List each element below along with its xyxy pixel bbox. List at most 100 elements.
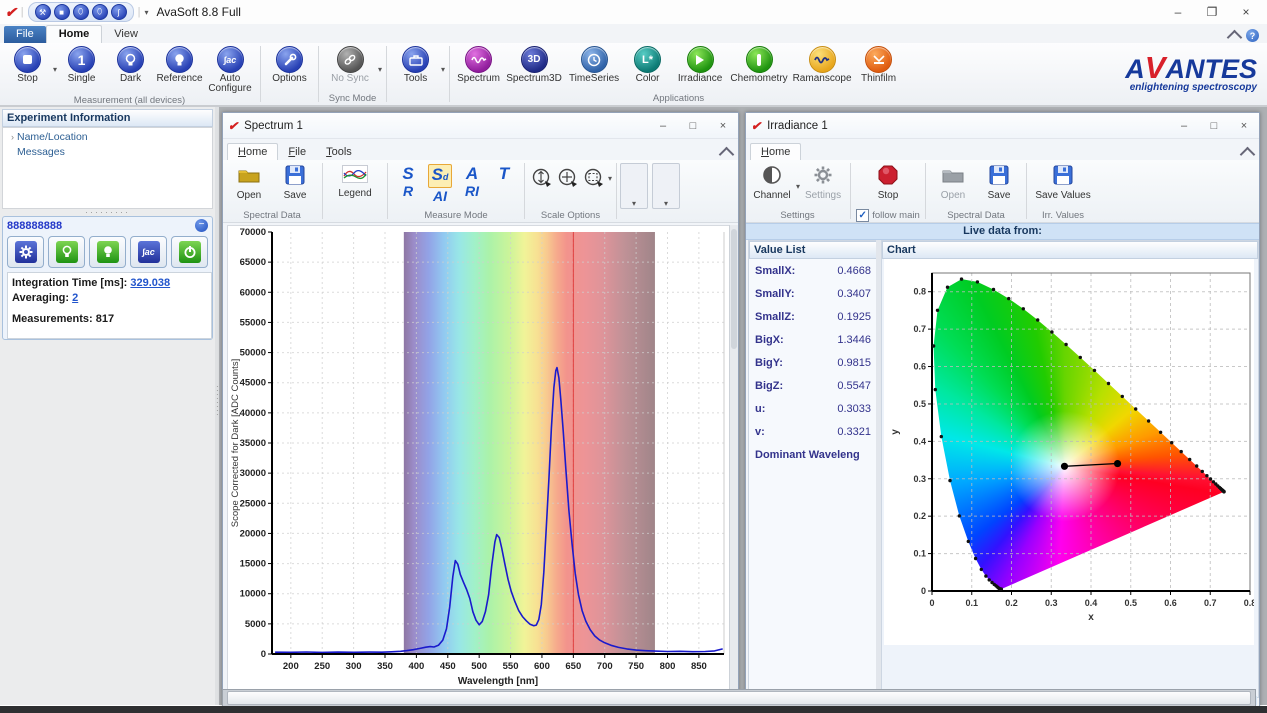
- customize-qat-caret-icon[interactable]: ▾: [144, 8, 148, 17]
- auto-configure-icon[interactable]: ∫: [111, 4, 127, 20]
- options-button[interactable]: Options: [265, 45, 314, 84]
- overlay-combo-1[interactable]: ▾: [620, 163, 648, 209]
- sidebar-horizontal-splitter[interactable]: ·········: [0, 208, 215, 216]
- mode-transmittance[interactable]: T: [488, 164, 520, 183]
- tree-item-messages[interactable]: Messages: [17, 146, 212, 158]
- reference-button[interactable]: Reference: [155, 45, 204, 84]
- open-button[interactable]: Open: [930, 162, 976, 201]
- scrollbar-thumb[interactable]: [227, 691, 1251, 705]
- diskette-icon: [989, 165, 1009, 188]
- reference-bulb-icon[interactable]: ⬯: [92, 4, 108, 20]
- restore-button[interactable]: ❐: [1195, 2, 1229, 22]
- cie-chart[interactable]: 00.10.20.30.40.50.60.70.800.10.20.30.40.…: [884, 259, 1254, 629]
- device-reference-button[interactable]: [89, 236, 126, 268]
- svg-text:0.4: 0.4: [1085, 598, 1098, 608]
- no-sync-button[interactable]: No Sync: [323, 45, 377, 84]
- app-thinfilm-button[interactable]: Thinfilm: [854, 45, 903, 84]
- svg-text:0.1: 0.1: [913, 549, 926, 559]
- minimize-button[interactable]: –: [648, 116, 678, 135]
- experiment-tree: ›Name/Location Messages: [2, 127, 213, 209]
- avasoft-logo-icon: ✔: [751, 119, 761, 133]
- dark-button[interactable]: Dark: [106, 45, 155, 84]
- settings-button[interactable]: Settings: [800, 162, 846, 201]
- maximize-button[interactable]: □: [678, 116, 708, 135]
- irradiance-stop-button[interactable]: Stop: [855, 162, 921, 201]
- scale-options-caret-icon[interactable]: ▾: [608, 174, 612, 183]
- app-title: AvaSoft 8.8 Full: [156, 5, 241, 19]
- minimize-button[interactable]: –: [1169, 116, 1199, 135]
- device-power-button[interactable]: [171, 236, 208, 268]
- svg-text:0: 0: [921, 586, 926, 596]
- cie-chart-area[interactable]: 00.10.20.30.40.50.60.70.800.10.20.30.40.…: [884, 259, 1254, 645]
- open-button[interactable]: Open: [226, 162, 272, 201]
- app-irradiance-button[interactable]: Irradiance: [672, 45, 728, 84]
- single-button[interactable]: 1 Single: [57, 45, 106, 84]
- spectrum-plot-area[interactable]: 2002503003504004505005506006507007508008…: [227, 225, 730, 704]
- maximize-button[interactable]: □: [1199, 116, 1229, 135]
- wrench-icon[interactable]: ⚒: [35, 4, 51, 20]
- follow-main-checkbox[interactable]: ✓follow main: [855, 209, 921, 222]
- stop-icon[interactable]: ■: [54, 4, 70, 20]
- averaging-link[interactable]: 2: [72, 292, 78, 304]
- irradiance-window: ✔ Irradiance 1 – □ × Home Channel ▾ Sett…: [745, 112, 1260, 707]
- spectrum-tab-file[interactable]: File: [278, 144, 316, 160]
- legend-curves-icon: [342, 165, 368, 186]
- tree-expand-icon[interactable]: ›: [11, 132, 14, 142]
- tools-dropdown-caret-icon[interactable]: ▾: [441, 65, 445, 74]
- sync-dropdown-caret-icon[interactable]: ▾: [378, 65, 382, 74]
- overlay-combo-2[interactable]: ▾: [652, 163, 680, 209]
- help-icon[interactable]: ?: [1246, 29, 1259, 42]
- device-auto-configure-button[interactable]: ∫ac: [130, 236, 167, 268]
- mode-scope-reflectance[interactable]: S R: [392, 164, 424, 200]
- spectrum-vertical-scrollbar[interactable]: [729, 225, 738, 702]
- svg-text:0.5: 0.5: [913, 399, 926, 409]
- svg-text:35000: 35000: [240, 438, 266, 449]
- minimize-button[interactable]: –: [1161, 2, 1195, 22]
- app-color-button[interactable]: L* Color: [623, 45, 672, 84]
- close-button[interactable]: ×: [1229, 2, 1263, 22]
- device-settings-button[interactable]: [7, 236, 44, 268]
- channel-button[interactable]: Channel: [749, 162, 795, 201]
- tools-button[interactable]: Tools: [391, 45, 440, 84]
- avantes-tagline: enlightening spectroscopy: [1130, 82, 1257, 93]
- scrollbar-thumb[interactable]: [731, 229, 737, 349]
- app-chemometry-button[interactable]: Chemometry: [728, 45, 790, 84]
- mode-scope-dark-absirr[interactable]: Sd AI: [424, 164, 456, 205]
- cie-plot-svg[interactable]: 00.10.20.30.40.50.60.70.800.10.20.30.40.…: [884, 259, 1254, 625]
- device-collapse-button[interactable]: −: [195, 219, 208, 232]
- app-spectrum3d-button[interactable]: 3D Spectrum3D: [503, 45, 565, 84]
- save-button[interactable]: Save: [976, 162, 1022, 201]
- integration-time-link[interactable]: 329.038: [130, 277, 170, 289]
- measured-point-marker[interactable]: [1114, 460, 1121, 467]
- tab-file[interactable]: File: [4, 26, 46, 43]
- spectrum-plot-svg[interactable]: 2002503003504004505005506006507007508008…: [228, 226, 729, 703]
- legend-button[interactable]: Legend: [327, 162, 383, 199]
- autoscale-full-icon[interactable]: [558, 168, 578, 191]
- auto-configure-button[interactable]: ∫ac Auto Configure: [204, 45, 256, 94]
- device-dark-button[interactable]: [48, 236, 85, 268]
- save-button[interactable]: Save: [272, 162, 318, 201]
- avantes-red-v: V: [1145, 50, 1166, 85]
- zoom-box-icon[interactable]: [584, 168, 604, 191]
- tab-view[interactable]: View: [102, 26, 150, 43]
- tab-home[interactable]: Home: [46, 25, 103, 43]
- irradiance-tab-home[interactable]: Home: [750, 143, 801, 160]
- sync-chain-icon: [337, 46, 364, 73]
- group-tools: Tools ▾: [388, 43, 448, 105]
- spectrum-tab-tools[interactable]: Tools: [316, 144, 362, 160]
- tree-item-name-location[interactable]: ›Name/Location: [11, 131, 212, 143]
- spectrum-chart[interactable]: 2002503003504004505005506006507007508008…: [228, 226, 729, 706]
- mode-absorbance-relirr[interactable]: A RI: [456, 164, 488, 200]
- white-point-marker[interactable]: [1061, 463, 1068, 470]
- close-button[interactable]: ×: [1229, 116, 1259, 135]
- spectrum-tab-home[interactable]: Home: [227, 143, 278, 160]
- dark-bulb-icon[interactable]: ⬯: [73, 4, 89, 20]
- save-values-button[interactable]: Save Values: [1031, 162, 1095, 201]
- app-ramanscope-button[interactable]: Ramanscope: [790, 45, 854, 84]
- close-button[interactable]: ×: [708, 116, 738, 135]
- stop-button[interactable]: Stop: [3, 45, 52, 84]
- app-spectrum-button[interactable]: Spectrum: [454, 45, 503, 84]
- mdi-horizontal-scrollbar[interactable]: [222, 689, 1256, 707]
- app-timeseries-button[interactable]: TimeSeries: [565, 45, 623, 84]
- autoscale-vertical-icon[interactable]: [532, 168, 552, 191]
